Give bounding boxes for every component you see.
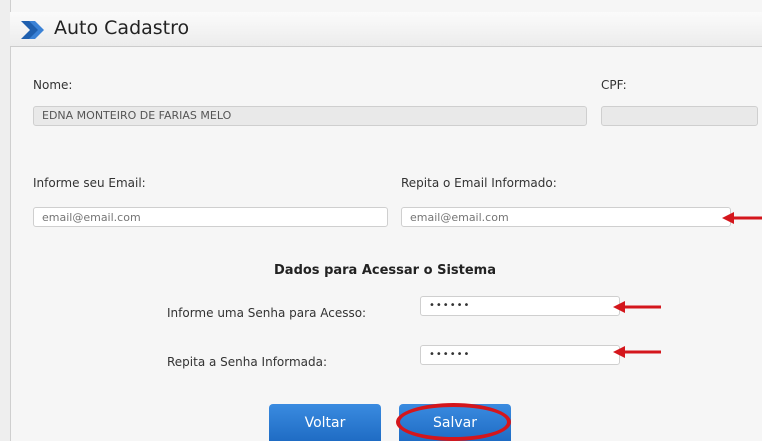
access-heading: Dados para Acessar o Sistema — [274, 263, 496, 278]
chevron-right-icon — [21, 21, 44, 39]
email-repeat-label: Repita o Email Informado: — [401, 176, 557, 190]
salvar-button[interactable]: Salvar — [399, 404, 511, 441]
page-title: Auto Cadastro — [54, 17, 190, 39]
password-repeat-input[interactable]: •••••• — [420, 345, 620, 365]
annotation-arrow-icon — [613, 346, 661, 358]
password-label: Informe uma Senha para Acesso: — [167, 306, 367, 320]
email-label: Informe seu Email: — [33, 176, 146, 190]
annotation-arrow-icon — [722, 212, 762, 224]
voltar-button[interactable]: Voltar — [269, 404, 381, 441]
cpf-field — [601, 106, 758, 126]
nome-label: Nome: — [33, 78, 73, 92]
nome-field: EDNA MONTEIRO DE FARIAS MELO — [33, 106, 587, 126]
password-input[interactable]: •••••• — [420, 296, 620, 316]
title-bar: Auto Cadastro — [10, 12, 762, 47]
email-input[interactable] — [33, 207, 388, 227]
cpf-label: CPF: — [601, 78, 627, 92]
email-repeat-input[interactable] — [401, 207, 731, 227]
password-repeat-label: Repita a Senha Informada: — [167, 355, 328, 369]
annotation-arrow-icon — [613, 301, 661, 313]
